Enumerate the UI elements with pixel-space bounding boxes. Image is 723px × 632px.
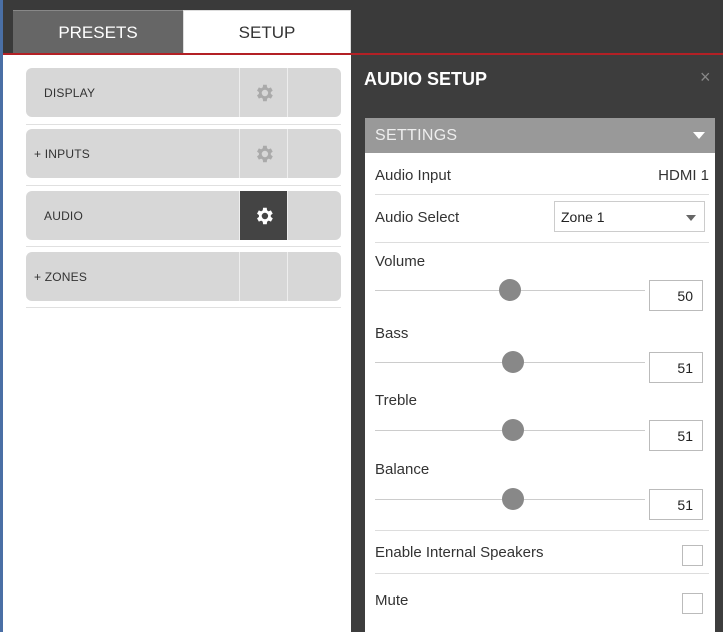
divider <box>375 530 709 531</box>
volume-input[interactable]: 50 <box>649 280 703 311</box>
gear-icon <box>256 207 273 224</box>
menu-item-inputs[interactable]: + INPUTS <box>26 129 341 178</box>
treble-input[interactable]: 51 <box>649 420 703 451</box>
balance-label: Balance <box>375 461 430 478</box>
close-icon[interactable]: × <box>700 67 711 88</box>
balance-slider-thumb[interactable] <box>502 488 524 510</box>
divider <box>26 307 341 308</box>
volume-slider-thumb[interactable] <box>499 279 521 301</box>
divider <box>26 246 341 247</box>
audio-select-dropdown[interactable]: Zone 1 <box>554 201 705 232</box>
panel-title: AUDIO SETUP <box>364 69 488 89</box>
audio-input-label: Audio Input <box>375 167 451 184</box>
divider <box>375 242 709 243</box>
balance-value: 51 <box>677 497 693 513</box>
display-gear-button[interactable] <box>239 68 288 117</box>
tab-setup[interactable]: SETUP <box>183 10 351 54</box>
menu-item-display[interactable]: DISPLAY <box>26 68 341 117</box>
audio-select-label: Audio Select <box>375 209 460 226</box>
bass-value: 51 <box>677 360 693 376</box>
volume-value: 50 <box>677 288 693 304</box>
settings-content: Audio Input HDMI 1 Audio Select Zone 1 V… <box>365 153 715 632</box>
bass-label: Bass <box>375 325 409 342</box>
divider <box>375 194 709 195</box>
menu-item-zones[interactable]: + ZONES <box>26 252 341 301</box>
enable-speakers-checkbox[interactable] <box>682 545 703 566</box>
app-root: PRESETS SETUP DISPLAY + INPUTS AUDIO + Z… <box>0 0 723 632</box>
settings-section-header[interactable]: SETTINGS <box>365 118 715 153</box>
divider <box>26 185 341 186</box>
chevron-down-icon <box>693 132 705 139</box>
menu-item-label: AUDIO <box>44 208 84 223</box>
bass-slider-thumb[interactable] <box>502 351 524 373</box>
audio-setup-panel: AUDIO SETUP × SETTINGS Audio Input HDMI … <box>351 55 723 632</box>
menu-item-label: + INPUTS <box>34 146 90 161</box>
treble-slider-thumb[interactable] <box>502 419 524 441</box>
tab-presets[interactable]: PRESETS <box>13 10 183 54</box>
gear-icon <box>256 84 273 101</box>
menu-item-audio[interactable]: AUDIO <box>26 191 341 240</box>
treble-label: Treble <box>375 392 417 409</box>
enable-speakers-label: Enable Internal Speakers <box>375 544 544 561</box>
inputs-gear-button[interactable] <box>239 129 288 178</box>
bass-input[interactable]: 51 <box>649 352 703 383</box>
menu-item-label: + ZONES <box>34 269 88 284</box>
zones-blank-cell <box>239 252 288 301</box>
divider <box>26 124 341 125</box>
treble-value: 51 <box>677 428 693 444</box>
menu-item-label: DISPLAY <box>44 85 96 100</box>
divider <box>375 573 709 574</box>
setup-menu: DISPLAY + INPUTS AUDIO + ZONES <box>3 55 351 632</box>
audio-input-value: HDMI 1 <box>658 167 709 184</box>
chevron-down-icon <box>686 215 696 221</box>
mute-label: Mute <box>375 592 409 609</box>
audio-select-value: Zone 1 <box>561 209 605 225</box>
settings-label: SETTINGS <box>375 126 458 144</box>
audio-gear-button[interactable] <box>239 191 288 240</box>
gear-icon <box>256 145 273 162</box>
mute-checkbox[interactable] <box>682 593 703 614</box>
balance-input[interactable]: 51 <box>649 489 703 520</box>
volume-label: Volume <box>375 253 426 270</box>
